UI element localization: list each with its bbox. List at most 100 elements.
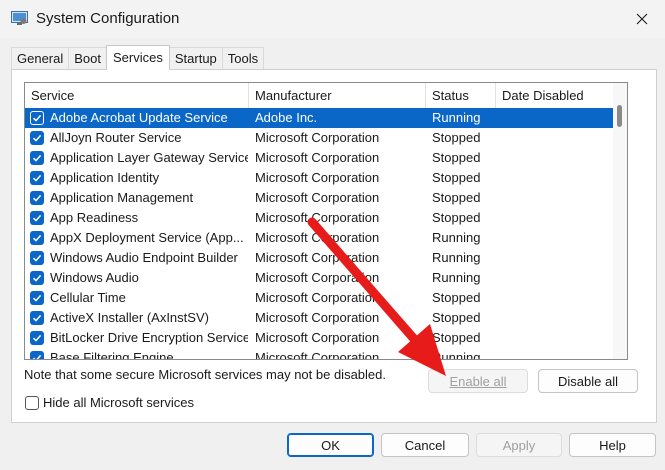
service-status: Stopped: [432, 130, 481, 145]
tab-tools[interactable]: Tools: [221, 47, 265, 70]
service-row[interactable]: Application Management Microsoft Corporat…: [25, 188, 613, 208]
close-button[interactable]: [619, 0, 665, 38]
hide-microsoft-services-checkbox[interactable]: [25, 396, 39, 410]
service-manufacturer: Microsoft Corporation: [255, 250, 380, 265]
service-row[interactable]: Windows Audio Endpoint Builder Microsoft …: [25, 248, 613, 268]
service-name: ActiveX Installer (AxInstSV): [50, 310, 209, 325]
disable-all-label: Disable all: [558, 374, 618, 389]
service-name: Base Filtering Engine: [50, 350, 174, 360]
service-checkbox[interactable]: [30, 171, 44, 185]
column-header-status[interactable]: Status: [426, 83, 496, 108]
help-button[interactable]: Help: [569, 433, 656, 457]
checkmark-icon: [32, 314, 42, 322]
service-row[interactable]: Application Layer Gateway Service Microso…: [25, 148, 613, 168]
apply-label: Apply: [502, 438, 536, 453]
service-manufacturer: Microsoft Corporation: [255, 270, 380, 285]
checkmark-icon: [32, 174, 42, 182]
ok-label: OK: [321, 438, 340, 453]
window-title: System Configuration: [36, 10, 180, 27]
tab-services[interactable]: Services: [106, 45, 170, 70]
service-name: Application Management: [50, 190, 194, 205]
service-name: App Readiness: [50, 210, 139, 225]
checkmark-icon: [32, 214, 42, 222]
apply-button[interactable]: Apply: [476, 433, 562, 457]
checkmark-icon: [32, 114, 42, 122]
service-name: AllJoyn Router Service: [50, 130, 182, 145]
service-manufacturer: Microsoft Corporation: [255, 130, 380, 145]
service-status: Running: [432, 250, 481, 265]
cancel-button[interactable]: Cancel: [381, 433, 469, 457]
service-rows: Adobe Acrobat Update Service Adobe Inc. Ru…: [25, 108, 613, 360]
checkmark-icon: [32, 254, 42, 262]
service-status: Stopped: [432, 290, 481, 305]
service-name: Windows Audio Endpoint Builder: [50, 250, 238, 265]
enable-all-button[interactable]: Enable all: [428, 369, 528, 393]
service-manufacturer: Microsoft Corporation: [255, 210, 380, 225]
ok-button[interactable]: OK: [287, 433, 374, 457]
service-manufacturer: Microsoft Corporation: [255, 170, 380, 185]
service-checkbox[interactable]: [30, 231, 44, 245]
hide-microsoft-services-label[interactable]: Hide all Microsoft services: [43, 395, 194, 410]
checkmark-icon: [32, 194, 42, 202]
service-manufacturer: Microsoft Corporation: [255, 190, 380, 205]
service-checkbox[interactable]: [30, 351, 44, 359]
checkmark-icon: [32, 154, 42, 162]
tab-boot[interactable]: Boot: [68, 47, 107, 70]
service-status: Stopped: [432, 330, 481, 345]
service-checkbox[interactable]: [30, 111, 44, 125]
enable-all-label: Enable all: [449, 374, 507, 389]
service-name: Windows Audio: [50, 270, 139, 285]
column-header-service[interactable]: Service: [25, 83, 249, 108]
service-checkbox[interactable]: [30, 211, 44, 225]
service-status: Running: [432, 230, 481, 245]
checkmark-icon: [32, 134, 42, 142]
service-checkbox[interactable]: [30, 331, 44, 345]
service-name: Application Identity: [50, 170, 160, 185]
service-status: Stopped: [432, 150, 481, 165]
service-status: Stopped: [432, 170, 481, 185]
service-checkbox[interactable]: [30, 191, 44, 205]
services-list[interactable]: Service Manufacturer Status Date Disable…: [24, 82, 628, 360]
service-status: Stopped: [432, 190, 481, 205]
system-configuration-icon: [11, 11, 28, 25]
close-icon: [636, 13, 648, 25]
service-manufacturer: Microsoft Corporation: [255, 150, 380, 165]
cancel-label: Cancel: [404, 438, 446, 453]
service-checkbox[interactable]: [30, 291, 44, 305]
secure-services-note: Note that some secure Microsoft services…: [24, 367, 386, 382]
service-status: Running: [432, 350, 481, 360]
service-status: Stopped: [432, 310, 481, 325]
service-row[interactable]: Windows Audio Microsoft Corporation Runnin…: [25, 268, 613, 288]
column-header-date-disabled[interactable]: Date Disabled: [496, 83, 613, 108]
service-manufacturer: Microsoft Corporation: [255, 350, 380, 360]
service-name: Application Layer Gateway Service: [50, 150, 248, 165]
service-name: BitLocker Drive Encryption Service: [50, 330, 248, 345]
service-manufacturer: Microsoft Corporation: [255, 230, 380, 245]
service-row[interactable]: Adobe Acrobat Update Service Adobe Inc. Ru…: [25, 108, 613, 128]
service-row[interactable]: ActiveX Installer (AxInstSV) Microsoft Co…: [25, 308, 613, 328]
service-checkbox[interactable]: [30, 251, 44, 265]
service-checkbox[interactable]: [30, 151, 44, 165]
tab-general[interactable]: General: [11, 47, 70, 70]
service-row[interactable]: App Readiness Microsoft Corporation Stoppe…: [25, 208, 613, 228]
service-row[interactable]: BitLocker Drive Encryption Service Micros…: [25, 328, 613, 348]
service-status: Running: [432, 110, 481, 125]
service-checkbox[interactable]: [30, 131, 44, 145]
disable-all-button[interactable]: Disable all: [538, 369, 638, 393]
service-checkbox[interactable]: [30, 271, 44, 285]
service-name: Adobe Acrobat Update Service: [50, 110, 228, 125]
service-row[interactable]: Cellular Time Microsoft Corporation Stoppe…: [25, 288, 613, 308]
vertical-scrollbar[interactable]: [613, 83, 627, 359]
tab-startup[interactable]: Startup: [168, 47, 223, 70]
service-checkbox[interactable]: [30, 311, 44, 325]
scroll-thumb[interactable]: [617, 105, 622, 127]
service-row[interactable]: AppX Deployment Service (App... Microsoft…: [25, 228, 613, 248]
service-row[interactable]: Application Identity Microsoft Corporatio…: [25, 168, 613, 188]
column-header-manufacturer[interactable]: Manufacturer: [249, 83, 426, 108]
service-name: AppX Deployment Service (App...: [50, 230, 244, 245]
service-manufacturer: Microsoft Corporation: [255, 310, 380, 325]
service-manufacturer: Adobe Inc.: [255, 110, 318, 125]
service-row[interactable]: Base Filtering Engine Microsoft Corporati…: [25, 348, 613, 360]
service-manufacturer: Microsoft Corporation: [255, 290, 380, 305]
service-row[interactable]: AllJoyn Router Service Microsoft Corporat…: [25, 128, 613, 148]
